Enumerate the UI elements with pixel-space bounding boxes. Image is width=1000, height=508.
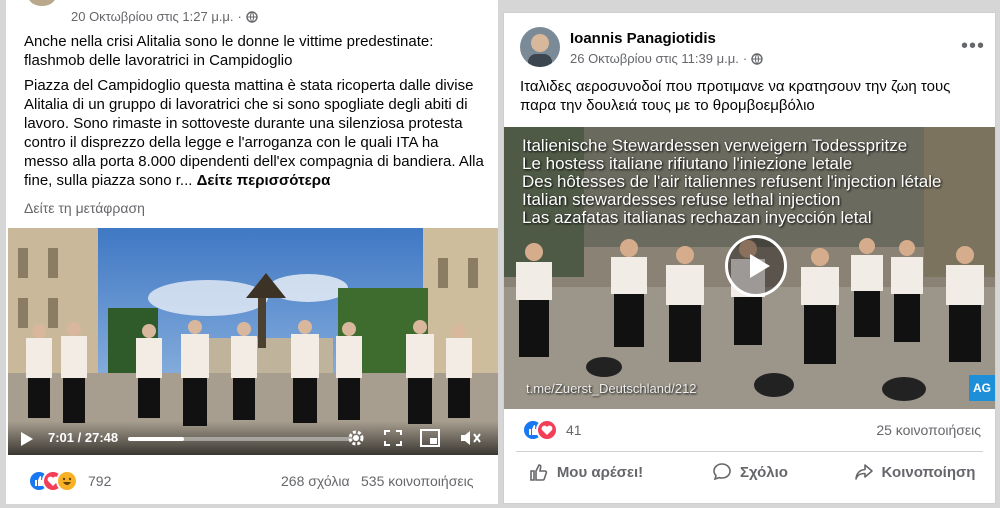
overlay-line: Des hôtesses de l'air italiennes refusen…: [522, 172, 942, 191]
reaction-icons[interactable]: [28, 470, 88, 492]
channel-badge: AG: [969, 375, 995, 401]
reaction-count[interactable]: 41: [566, 422, 582, 438]
shares-count[interactable]: 535 κοινοποιήσεις: [361, 473, 473, 489]
reaction-icons[interactable]: [522, 419, 562, 441]
post-timestamp[interactable]: 26 Οκτωβρίου στις 11:39 μ.μ.: [570, 51, 739, 66]
see-translation-link[interactable]: Δείτε τη μετάφραση: [24, 200, 145, 216]
right-post: Ioannis Panagiotidis 26 Οκτωβρίου στις 1…: [503, 12, 996, 504]
like-label: Μου αρέσει!: [556, 463, 644, 481]
share-button[interactable]: Κοινοποίηση: [832, 455, 995, 489]
comments-count[interactable]: 268 σχόλια: [281, 473, 350, 489]
play-icon[interactable]: [20, 431, 34, 447]
video-controls: 7:01 / 27:48: [8, 421, 498, 455]
post-text: Ιταλιδες αεροσυνοδοί που προτιμανε να κρ…: [520, 78, 951, 114]
globe-icon: [751, 52, 763, 65]
post-body: Piazza del Campidoglio questa mattina è …: [24, 76, 486, 190]
left-post: 20 Οκτωβρίου στις 1:27 μ.μ. · Anche nell…: [6, 0, 498, 504]
thumbs-up-icon: [530, 464, 547, 481]
action-bar: Μου αρέσει! Σχόλιο Κοινοποίηση: [504, 455, 995, 489]
see-more-link[interactable]: Δείτε περισσότερα: [197, 172, 331, 189]
post-headline: Anche nella crisi Alitalia sono le donne…: [24, 33, 434, 69]
author-avatar-partial[interactable]: [28, 0, 56, 6]
video-progress-track[interactable]: [128, 437, 353, 441]
reaction-count[interactable]: 792: [88, 473, 111, 489]
video-progress-fill: [128, 437, 185, 441]
comment-label: Σχόλιο: [740, 463, 788, 481]
overlay-line: Las azafatas italianas rechazan inyecció…: [522, 208, 872, 227]
author-name[interactable]: Ioannis Panagiotidis: [570, 30, 716, 47]
video-player[interactable]: Italienische Stewardessen verweigern Tod…: [504, 127, 995, 409]
settings-gear-icon[interactable]: [346, 428, 366, 448]
share-icon: [854, 464, 873, 480]
avatar[interactable]: [520, 27, 560, 67]
more-options-icon[interactable]: •••: [961, 35, 985, 58]
play-button[interactable]: [725, 235, 787, 297]
overlay-line: Italian stewardesses refuse lethal injec…: [522, 190, 841, 209]
mute-icon[interactable]: [460, 429, 482, 447]
play-icon: [750, 254, 770, 278]
overlay-line: Italienische Stewardessen verweigern Tod…: [522, 136, 908, 155]
globe-icon: [246, 10, 258, 23]
shares-count[interactable]: 25 κοινοποιήσεις: [876, 422, 981, 438]
video-overlay-text: Italienische Stewardessen verweigern Tod…: [522, 137, 941, 227]
divider: [516, 451, 983, 452]
haha-icon: [56, 470, 78, 492]
video-watermark: t.me/Zuerst_Deutschland/212: [526, 381, 697, 396]
video-time: 7:01 / 27:48: [48, 430, 119, 445]
pip-icon[interactable]: [420, 429, 440, 447]
share-label: Κοινοποίηση: [881, 463, 976, 481]
overlay-line: Le hostess italiane rifiutano l'iniezion…: [522, 154, 853, 173]
fullscreen-icon[interactable]: [383, 429, 403, 447]
post-meta: 20 Οκτωβρίου στις 1:27 μ.μ. ·: [71, 9, 258, 24]
video-player[interactable]: 7:01 / 27:48: [8, 228, 498, 455]
comment-button[interactable]: Σχόλιο: [668, 455, 832, 489]
like-button[interactable]: Μου αρέσει!: [504, 455, 668, 489]
post-timestamp[interactable]: 20 Οκτωβρίου στις 1:27 μ.μ.: [71, 9, 234, 24]
love-icon: [536, 419, 558, 441]
comment-icon: [713, 463, 731, 481]
post-meta: 26 Οκτωβρίου στις 11:39 μ.μ. ·: [570, 51, 763, 66]
